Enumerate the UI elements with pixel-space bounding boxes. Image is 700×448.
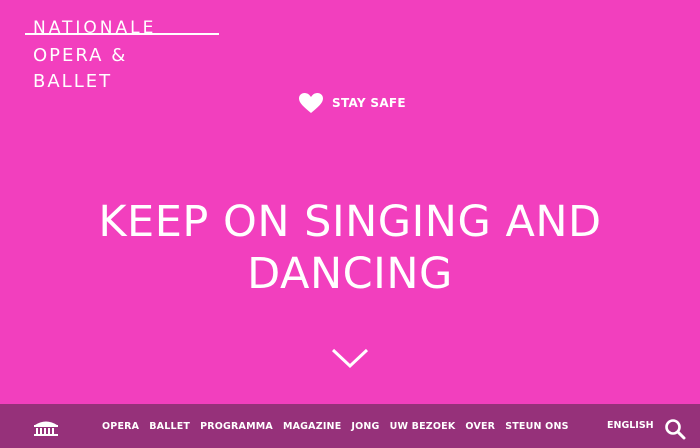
chevron-down-icon[interactable]: [331, 346, 369, 370]
hero-line-2: DANCING: [247, 249, 453, 299]
nav-item-over[interactable]: OVER: [465, 421, 495, 432]
logo[interactable]: NATIONALE OPERA & BALLET: [25, 18, 223, 98]
search-icon[interactable]: [664, 418, 686, 440]
theater-building-icon[interactable]: [32, 418, 60, 436]
heart-icon: [298, 92, 324, 114]
language-switch[interactable]: ENGLISH: [607, 404, 654, 448]
logo-line-nationale: NATIONALE: [33, 18, 157, 34]
logo-line-opera: OPERA &: [33, 45, 128, 66]
bottom-navbar: OPERA BALLET PROGRAMMA MAGAZINE JONG UW …: [0, 404, 700, 448]
nav-item-opera[interactable]: OPERA: [102, 421, 139, 432]
logo-strike-line: [25, 33, 219, 35]
hero-heading: KEEP ON SINGING AND DANCING: [0, 196, 700, 300]
nav-item-uw-bezoek[interactable]: UW BEZOEK: [390, 421, 456, 432]
nav-item-jong[interactable]: JONG: [351, 421, 379, 432]
stay-safe-label: STAY SAFE: [332, 96, 406, 110]
logo-line-ballet: BALLET: [33, 71, 113, 92]
nav-item-steun-ons[interactable]: STEUN ONS: [505, 421, 568, 432]
main-nav: OPERA BALLET PROGRAMMA MAGAZINE JONG UW …: [102, 404, 579, 448]
nav-item-magazine[interactable]: MAGAZINE: [283, 421, 341, 432]
stay-safe-link[interactable]: STAY SAFE: [298, 91, 406, 115]
hero-line-1: KEEP ON SINGING AND: [98, 197, 602, 247]
nav-item-ballet[interactable]: BALLET: [149, 421, 190, 432]
nav-item-programma[interactable]: PROGRAMMA: [200, 421, 273, 432]
